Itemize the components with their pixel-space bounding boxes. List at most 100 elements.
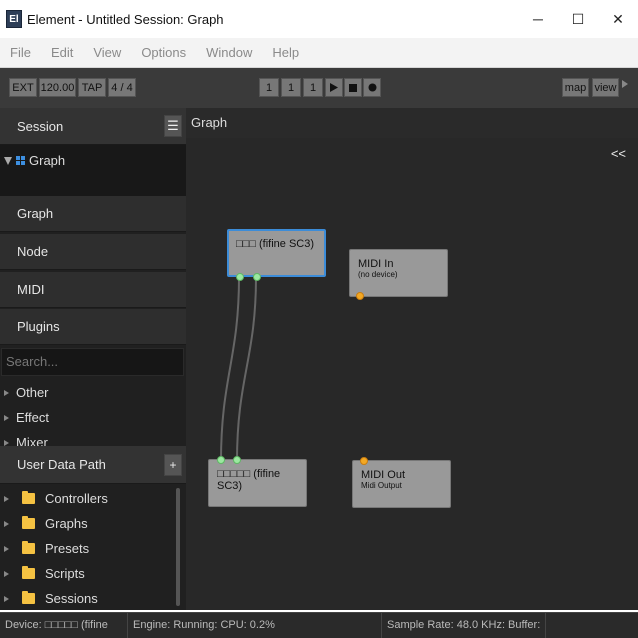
menu-bar: File Edit View Options Window Help <box>0 38 638 68</box>
folder-icon <box>22 591 35 604</box>
category-label: Effect <box>16 410 50 425</box>
bar-counter: 1 <box>259 78 279 97</box>
audio-input-port[interactable] <box>233 456 241 464</box>
section-graph-label: Graph <box>17 206 54 221</box>
folder-item[interactable]: Presets <box>0 536 186 561</box>
tree-item-label: Graph <box>29 153 66 168</box>
window-title: Element - Untitled Session: Graph <box>27 11 224 27</box>
section-node[interactable]: Node <box>0 234 186 270</box>
expand-icon <box>4 595 9 602</box>
section-plugins[interactable]: Plugins <box>0 309 186 345</box>
maximize-button[interactable]: ☐ <box>558 0 598 38</box>
node-title: □□□□□ (fifine SC3) <box>217 468 281 492</box>
time-signature-field[interactable]: 4 / 4 <box>108 78 136 97</box>
status-bar: Device: □□□□□ (fifine SC3) Engine: Runni… <box>0 612 638 638</box>
node-title: MIDI In <box>358 258 394 270</box>
play-button[interactable] <box>325 78 343 97</box>
plugin-category-list: Other Effect Mixer <box>0 380 186 446</box>
hamburger-icon: ☰ <box>167 118 179 133</box>
menu-file[interactable]: File <box>0 45 41 60</box>
expand-icon <box>4 545 9 552</box>
plugin-search-input[interactable]: Search... <box>1 348 184 376</box>
record-icon <box>368 83 376 92</box>
tick-counter: 1 <box>303 78 323 97</box>
graph-canvas[interactable]: << □□□ (fifine SC3) MIDI In (no device) … <box>186 138 638 610</box>
folder-item[interactable]: Sessions <box>0 586 186 610</box>
add-path-button[interactable]: + <box>164 454 182 476</box>
audio-wire-right[interactable] <box>236 276 257 462</box>
list-item[interactable]: Other <box>0 380 186 405</box>
user-data-path-label: User Data Path <box>17 457 106 472</box>
section-midi-label: MIDI <box>17 282 45 297</box>
plus-icon: + <box>169 458 177 472</box>
tempo-field[interactable]: 120.00 <box>39 78 76 97</box>
expand-icon <box>4 495 9 502</box>
sidebar: Session ☰ Graph Graph Node MIDI Plugins … <box>0 108 186 610</box>
audio-output-node[interactable]: □□□□□ (fifine SC3) <box>208 456 307 507</box>
folder-icon <box>22 566 35 579</box>
status-sample-rate: Sample Rate: 48.0 KHz: Buffer: 480 <box>382 613 546 638</box>
view-button[interactable]: view <box>592 78 619 97</box>
ext-sync-button[interactable]: EXT <box>9 78 37 97</box>
folder-item[interactable]: Graphs <box>0 511 186 536</box>
folder-icon <box>22 491 35 504</box>
expand-icon <box>4 389 9 396</box>
midi-out-node[interactable]: MIDI Out Midi Output <box>352 457 451 508</box>
graph-panel-header: Graph <box>186 108 638 138</box>
list-item[interactable]: Effect <box>0 405 186 430</box>
menu-window[interactable]: Window <box>196 45 262 60</box>
audio-output-port[interactable] <box>253 273 261 281</box>
beat-counter: 1 <box>281 78 301 97</box>
menu-view[interactable]: View <box>83 45 131 60</box>
folder-label: Sessions <box>45 591 98 606</box>
folder-item[interactable]: Controllers <box>0 486 186 511</box>
list-item[interactable]: Mixer <box>0 430 186 446</box>
folder-label: Graphs <box>45 516 88 531</box>
node-title: MIDI Out <box>361 469 406 481</box>
connection-wires <box>220 276 257 462</box>
folder-list-scrollbar[interactable] <box>176 488 180 606</box>
section-graph[interactable]: Graph <box>0 196 186 232</box>
stop-button[interactable] <box>344 78 362 97</box>
folder-label: Scripts <box>45 566 85 581</box>
close-button[interactable]: ✕ <box>598 0 638 38</box>
session-header[interactable]: Session ☰ <box>0 108 186 145</box>
menu-help[interactable]: Help <box>262 45 309 60</box>
toolbar-arrow-icon[interactable] <box>622 80 628 88</box>
menu-options[interactable]: Options <box>131 45 196 60</box>
folder-item[interactable]: Scripts <box>0 561 186 586</box>
folder-icon <box>22 541 35 554</box>
midi-in-node[interactable]: MIDI In (no device) <box>349 249 448 300</box>
session-tree: Graph <box>0 145 186 203</box>
midi-output-port[interactable] <box>356 292 364 300</box>
section-node-label: Node <box>17 244 49 259</box>
play-icon <box>330 83 338 92</box>
folder-label: Presets <box>45 541 90 556</box>
user-data-path-header[interactable]: User Data Path + <box>0 446 186 484</box>
expand-icon <box>4 520 9 527</box>
session-label: Session <box>17 118 64 134</box>
expand-icon[interactable] <box>4 156 12 165</box>
tree-item-graph[interactable]: Graph <box>4 153 65 168</box>
session-menu-button[interactable]: ☰ <box>164 115 182 137</box>
node-title: □□□ (fifine SC3) <box>236 238 315 250</box>
folder-icon <box>22 516 35 529</box>
minimize-button[interactable]: ─ <box>518 0 558 38</box>
section-midi[interactable]: MIDI <box>0 272 186 308</box>
expand-icon <box>4 570 9 577</box>
user-data-folder-list: Controllers Graphs Presets Scripts Sessi… <box>0 486 186 610</box>
category-label: Other <box>16 385 49 400</box>
audio-input-port[interactable] <box>217 456 225 464</box>
folder-label: Controllers <box>45 491 108 506</box>
status-engine: Engine: Running: CPU: 0.2% <box>128 613 382 638</box>
audio-wire-left[interactable] <box>220 276 240 462</box>
expand-icon <box>4 414 9 421</box>
node-subtitle: Midi Output <box>361 481 402 490</box>
tap-tempo-button[interactable]: TAP <box>78 78 106 97</box>
audio-input-node[interactable]: □□□ (fifine SC3) <box>227 229 326 281</box>
map-button[interactable]: map <box>562 78 589 97</box>
midi-input-port[interactable] <box>360 457 368 465</box>
audio-output-port[interactable] <box>236 273 244 281</box>
menu-edit[interactable]: Edit <box>41 45 83 60</box>
record-button[interactable] <box>363 78 381 97</box>
